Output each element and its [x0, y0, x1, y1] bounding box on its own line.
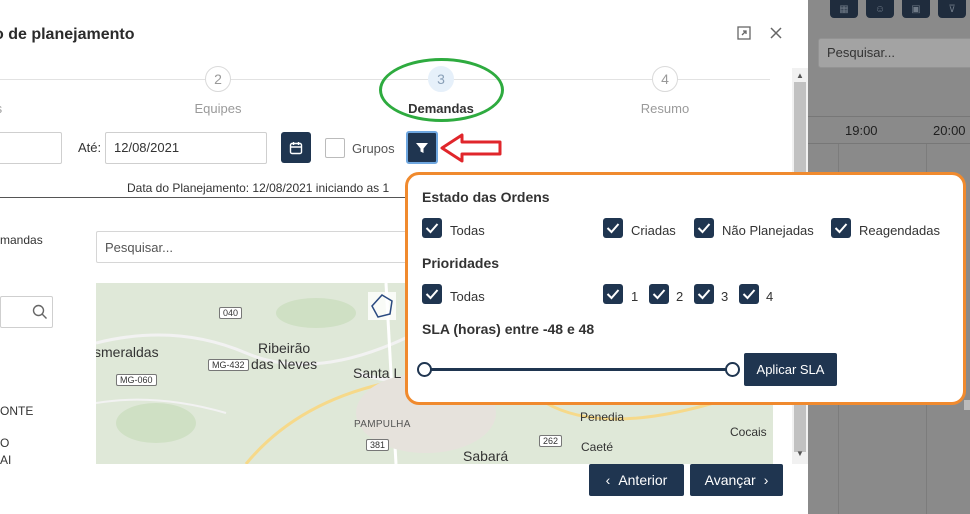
bg-time-header: 19:00 20:00 [808, 116, 970, 144]
step-1[interactable]: erais [0, 66, 38, 116]
prioridade-option-label: 3 [721, 289, 729, 304]
prioridade-option-label: 1 [631, 289, 639, 304]
map-place-label: Sabará [463, 448, 509, 464]
road-shield: 262 [539, 435, 563, 447]
prioridade-1-checkbox[interactable] [603, 284, 623, 304]
estado-option-label: Reagendadas [859, 223, 940, 238]
prioridade-option-label: 4 [766, 289, 774, 304]
step-circle: 2 [205, 66, 231, 92]
sla-slider-min-handle[interactable] [417, 362, 432, 377]
grupos-checkbox[interactable] [325, 138, 345, 158]
bg-scrollbar [964, 400, 970, 410]
calendar-icon [289, 141, 303, 154]
estado-option-label: Criadas [631, 223, 676, 238]
map-place-label: Caeté [581, 440, 614, 454]
left-list-text: ONTE [0, 404, 34, 418]
team-icon: ☺ [866, 0, 894, 18]
step-label: erais [0, 101, 38, 116]
avancar-label: Avançar [704, 472, 756, 488]
annotation-red-arrow [440, 133, 502, 163]
check-icon [425, 289, 439, 300]
estado-option-label: Todas [450, 223, 485, 238]
left-list-text: O [0, 436, 10, 450]
prioridade-4-checkbox[interactable] [739, 284, 759, 304]
ate-label: Até: [78, 140, 102, 155]
map-place-label: das Neves [251, 356, 318, 372]
road-shield: MG-060 [116, 374, 157, 386]
estado-title: Estado das Ordens [422, 189, 550, 205]
chevron-left-icon: ‹ [605, 472, 611, 488]
prioridade-option-label: Todas [450, 289, 485, 304]
map-place-label: Cocais [730, 425, 767, 439]
avancar-button[interactable]: Avançar › [690, 464, 783, 496]
plan-date-text: Data do Planejamento: 12/08/2021 inician… [127, 181, 390, 195]
bg-toolbar: ▦ ☺ ▣ ⊽ [830, 0, 966, 18]
bg-time-label: 20:00 [933, 123, 966, 138]
sla-slider-max-handle[interactable] [725, 362, 740, 377]
step-2[interactable]: 2 Equipes [168, 66, 268, 116]
road-shield: MG-432 [208, 359, 249, 371]
check-icon [697, 289, 711, 300]
search-icon [32, 304, 47, 319]
prioridade-option-label: 2 [676, 289, 684, 304]
estado-option-label: Não Planejadas [722, 223, 814, 238]
expand-icon[interactable] [735, 24, 753, 42]
aplicar-sla-button[interactable]: Aplicar SLA [744, 353, 837, 386]
check-icon [606, 289, 620, 300]
scroll-down-icon[interactable]: ▼ [794, 448, 806, 460]
map-place-label: smeraldas [96, 344, 159, 360]
map-place-label: Santa L [353, 365, 402, 381]
modal-title: o de planejamento [0, 26, 134, 44]
map-place-label: Ribeirão [258, 340, 311, 356]
date-from-input[interactable] [0, 132, 62, 164]
demandas-label: mandas [0, 233, 43, 247]
estado-nao-planejadas-checkbox[interactable] [694, 218, 714, 238]
prioridade-todas-checkbox[interactable] [422, 284, 442, 304]
prioridade-2-checkbox[interactable] [649, 284, 669, 304]
filter-popover: Estado das Ordens Todas Criadas Não Plan… [405, 172, 966, 405]
estado-reagendadas-checkbox[interactable] [831, 218, 851, 238]
scroll-up-icon[interactable]: ▲ [794, 70, 806, 82]
annotation-green-ellipse [379, 58, 504, 122]
check-icon [606, 223, 620, 234]
road-shield: 040 [219, 307, 243, 319]
map-place-label: PAMPULHA [354, 419, 411, 430]
check-icon [652, 289, 666, 300]
anterior-label: Anterior [618, 472, 668, 488]
check-icon [697, 223, 711, 234]
filter-button[interactable] [406, 131, 438, 164]
map-place-label: Penedia [580, 410, 625, 424]
prioridades-title: Prioridades [422, 255, 500, 271]
estado-todas-checkbox[interactable] [422, 218, 442, 238]
step-4[interactable]: 4 Resumo [615, 66, 715, 116]
sla-title: SLA (horas) entre -48 e 48 [422, 321, 595, 337]
search-input[interactable]: Pesquisar... [96, 231, 416, 263]
step-label: Resumo [640, 101, 690, 116]
date-to-input[interactable]: 12/08/2021 [105, 132, 267, 164]
calendar-button[interactable] [281, 132, 311, 163]
bg-search-input: Pesquisar... [818, 38, 970, 68]
filter-icon: ⊽ [938, 0, 966, 18]
check-icon [425, 223, 439, 234]
estado-criadas-checkbox[interactable] [603, 218, 623, 238]
close-icon[interactable] [767, 24, 785, 42]
filter-icon [416, 142, 428, 153]
section-divider [0, 197, 410, 198]
chevron-right-icon: › [763, 472, 769, 488]
left-list-text: AI [0, 453, 12, 467]
road-shield: 381 [366, 439, 390, 451]
step-label: Equipes [194, 101, 242, 116]
check-icon [742, 289, 756, 300]
check-icon [834, 223, 848, 234]
map-icon: ▦ [830, 0, 858, 18]
step-circle: 4 [652, 66, 678, 92]
bg-time-label: 19:00 [845, 123, 878, 138]
anterior-button[interactable]: ‹ Anterior [589, 464, 684, 496]
modal-title-text: o de planejamento [0, 26, 135, 43]
car-icon: ▣ [902, 0, 930, 18]
map-area-marker[interactable] [368, 292, 396, 320]
sla-slider-track[interactable] [422, 368, 734, 371]
prioridade-3-checkbox[interactable] [694, 284, 714, 304]
grupos-label: Grupos [352, 141, 395, 156]
